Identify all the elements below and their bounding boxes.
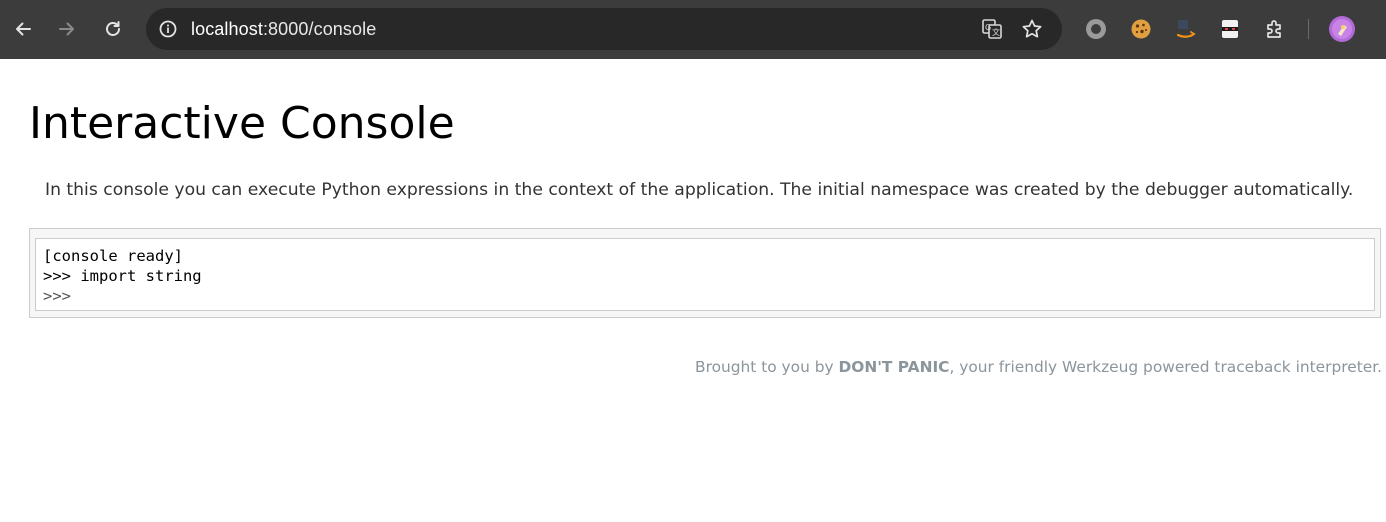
circle-extension-icon[interactable] bbox=[1083, 16, 1109, 42]
console-line: [console ready] bbox=[43, 247, 183, 265]
browser-toolbar: localhost:8000/console G 文 bbox=[0, 0, 1386, 59]
console-prompt-line: >>> bbox=[43, 286, 1374, 306]
forward-arrow-icon bbox=[59, 22, 74, 36]
url-path: :8000/console bbox=[262, 19, 377, 39]
reload-button[interactable] bbox=[97, 13, 129, 45]
back-arrow-icon bbox=[16, 22, 31, 36]
console-explanation: In this console you can execute Python e… bbox=[45, 180, 1354, 200]
console-container: [console ready] >>> import string >>> bbox=[29, 228, 1381, 318]
aws-extension-icon[interactable] bbox=[1173, 16, 1199, 42]
cookie-extension-icon[interactable] bbox=[1128, 16, 1154, 42]
address-bar[interactable]: localhost:8000/console G 文 bbox=[146, 8, 1062, 50]
back-button[interactable] bbox=[7, 13, 39, 45]
console-prompt: >>> bbox=[43, 287, 81, 305]
svg-text:G: G bbox=[985, 23, 991, 32]
info-icon[interactable] bbox=[156, 17, 180, 41]
toolbar-divider bbox=[1308, 19, 1309, 39]
page-title: Interactive Console bbox=[29, 98, 455, 149]
avatar[interactable] bbox=[1329, 16, 1355, 42]
puzzle-extensions-icon[interactable] bbox=[1262, 16, 1288, 42]
console-output[interactable]: [console ready] >>> import string >>> bbox=[35, 238, 1375, 311]
footer-prefix: Brought to you by bbox=[695, 358, 839, 376]
reload-icon bbox=[106, 21, 120, 36]
footer-suffix: , your friendly Werkzeug powered traceba… bbox=[949, 358, 1382, 376]
url-host: localhost bbox=[191, 19, 263, 39]
forward-button[interactable] bbox=[51, 13, 83, 45]
console-input[interactable] bbox=[80, 286, 481, 306]
url-text[interactable]: localhost:8000/console bbox=[191, 19, 376, 40]
footer: Brought to you by DON'T PANIC, your frie… bbox=[695, 358, 1382, 376]
translate-icon[interactable]: G 文 bbox=[980, 17, 1004, 41]
svg-text:文: 文 bbox=[992, 27, 1000, 37]
star-icon[interactable] bbox=[1020, 17, 1044, 41]
footer-brand: DON'T PANIC bbox=[838, 358, 950, 376]
profile-icon bbox=[1332, 19, 1352, 39]
note-extension-icon[interactable] bbox=[1217, 16, 1243, 42]
console-line: >>> import string bbox=[43, 267, 202, 285]
